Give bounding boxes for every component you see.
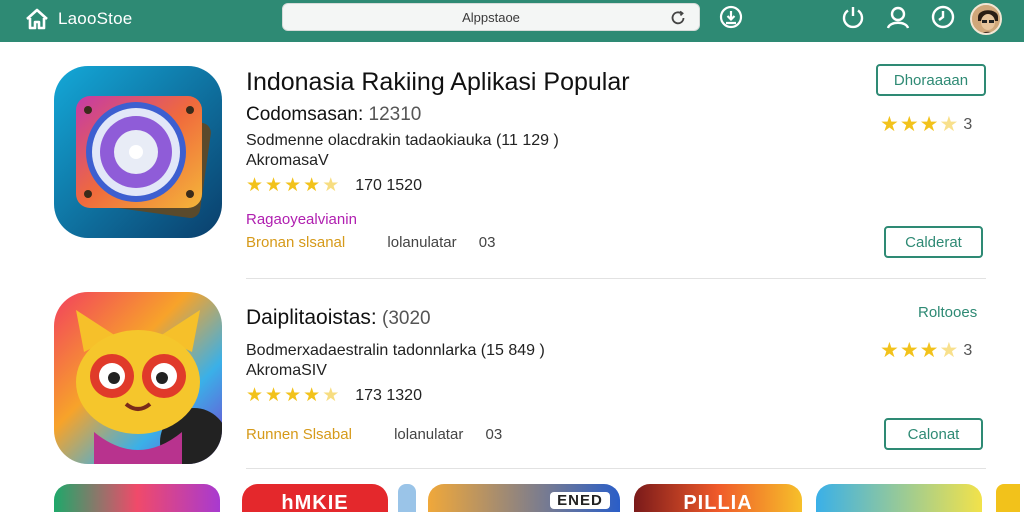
app-description: Sodmenne olacdrakin tadaokiauka (11 129 …	[246, 132, 559, 149]
clock-icon[interactable]	[930, 4, 956, 30]
top-action-button[interactable]: Dhoraaaan	[876, 64, 986, 96]
refresh-icon[interactable]	[669, 9, 687, 27]
app-meta: Bronan slsanal lolanulatar 03	[246, 234, 495, 251]
developer-count-2: (3020	[382, 308, 431, 329]
app-meta-2: Runnen Slsabal lolanulatar 03	[246, 426, 502, 443]
page-title: Indonasia Rakiing Aplikasi Popular	[246, 68, 630, 96]
right-rating-2: ★ ★ ★ ★ 3	[880, 339, 973, 362]
card-divider-2	[246, 468, 986, 469]
app-tile-2[interactable]: hMKIE	[242, 484, 388, 512]
rating-count: 170 1520	[355, 176, 422, 194]
power-icon[interactable]	[840, 4, 866, 30]
meta-gold[interactable]: Bronan slsanal	[246, 234, 345, 251]
top-bar: LaooStoe Alppstaoe	[0, 0, 1024, 42]
search-text: Alppstaoe	[462, 10, 520, 25]
app-tile-6[interactable]	[996, 484, 1020, 512]
meta-gray-2: lolanulatar	[394, 426, 464, 443]
developer-label-2: Daiplitaoistas: (3020	[246, 306, 431, 330]
fox-character-app-icon[interactable]	[54, 292, 222, 464]
right-rating: ★ ★ ★ ★ 3	[880, 113, 973, 136]
developer-label: Codomsasan: 12310	[246, 104, 421, 126]
meta-num: 03	[478, 234, 496, 251]
app-tile-5[interactable]	[816, 484, 982, 512]
meta-num-2: 03	[485, 426, 503, 443]
download-icon[interactable]	[718, 4, 744, 30]
rating-stars: ★ ★ ★ ★ ★ 170 1520	[246, 175, 422, 196]
search-input[interactable]: Alppstaoe	[282, 3, 700, 31]
meta-gray: lolanulatar	[387, 234, 457, 251]
disc-app-icon[interactable]	[54, 66, 222, 238]
right-rating-value-2: 3	[963, 341, 973, 359]
app-category: AkromasaV	[246, 152, 329, 169]
developer-count: 12310	[368, 104, 422, 125]
avatar-face-icon	[972, 5, 1000, 33]
rating-count-2: 173 1320	[355, 386, 422, 404]
see-all-link[interactable]: Roltooes	[918, 304, 977, 321]
home-icon	[26, 8, 48, 30]
brand-name: LaooStoe	[58, 9, 133, 28]
app-category-2: AkromaSIV	[246, 362, 327, 379]
app-tile-sliver[interactable]	[398, 484, 416, 512]
brand[interactable]: LaooStoe	[24, 6, 132, 32]
developer-name: Codomsasan:	[246, 104, 364, 125]
app-description-2: Bodmerxadaestralin tadonnlarka (15 849 )	[246, 342, 545, 359]
rating-stars-2: ★ ★ ★ ★ ★ 173 1320	[246, 385, 422, 406]
right-rating-value: 3	[963, 115, 973, 133]
card-divider	[246, 278, 986, 279]
app-tile-3[interactable]: ENED	[428, 484, 620, 512]
install-button-2[interactable]: Calonat	[884, 418, 983, 450]
app-tag[interactable]: Ragaoyealvianin	[246, 211, 357, 228]
meta-gold-2[interactable]: Runnen Slsabal	[246, 426, 352, 443]
user-icon[interactable]	[885, 4, 911, 30]
avatar[interactable]	[970, 3, 1002, 35]
install-button[interactable]: Calderat	[884, 226, 983, 258]
developer-name-2: Daiplitaoistas:	[246, 306, 377, 329]
app-tile-1[interactable]	[54, 484, 220, 512]
app-tile-4[interactable]: PILLIA	[634, 484, 802, 512]
